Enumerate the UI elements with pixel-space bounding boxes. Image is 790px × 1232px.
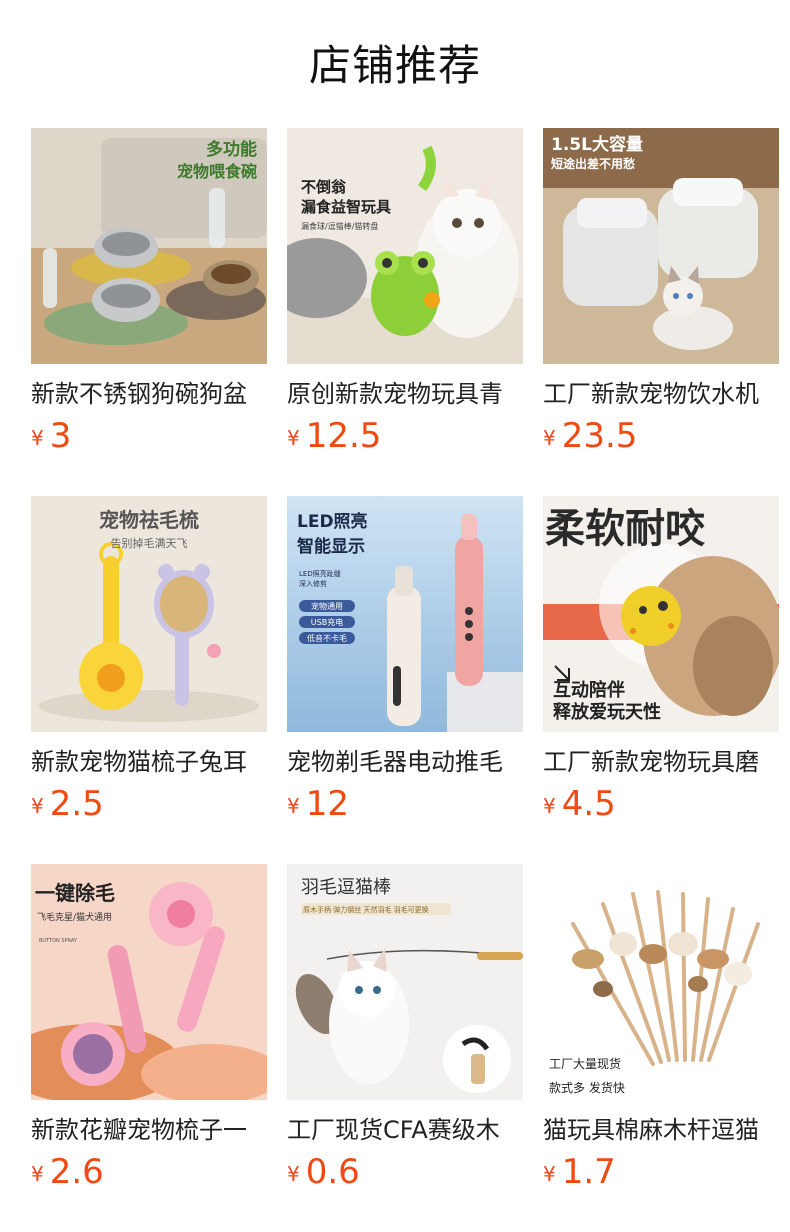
currency-symbol: ¥ <box>287 1162 300 1186</box>
product-card[interactable]: 不倒翁 漏食益智玩具 漏食球/逗猫棒/猫转盘 原创新款宠物玩具青 ¥12.5 <box>287 128 523 468</box>
product-card[interactable]: 羽毛逗猫棒 原木手柄 弹力钢丝 天然羽毛 羽毛可更换 工厂现货CFA赛级木 ¥0… <box>287 864 523 1204</box>
currency-symbol: ¥ <box>543 1162 556 1186</box>
svg-text:释放爱玩天性: 释放爱玩天性 <box>553 701 661 723</box>
product-name[interactable]: 工厂现货CFA赛级木 <box>287 1114 523 1146</box>
svg-text:告别掉毛满天飞: 告别掉毛满天飞 <box>111 536 188 550</box>
svg-text:飞毛克星/猫犬通用: 飞毛克星/猫犬通用 <box>37 911 112 923</box>
svg-text:深入修剪: 深入修剪 <box>299 579 327 588</box>
svg-text:一键除毛: 一键除毛 <box>35 881 115 905</box>
svg-text:宠物祛毛梳: 宠物祛毛梳 <box>99 508 199 532</box>
product-price: ¥1.7 <box>543 1152 616 1192</box>
price-value: 2.5 <box>49 784 104 824</box>
svg-text:低音不卡毛: 低音不卡毛 <box>307 633 347 643</box>
product-name[interactable]: 新款不锈钢狗碗狗盆 <box>31 378 267 410</box>
price-value: 12 <box>305 784 349 824</box>
product-card[interactable]: 柔软耐咬 互动陪伴 释放爱玩天性 工厂新款宠物玩具磨 ¥4.5 <box>543 496 779 836</box>
product-name[interactable]: 原创新款宠物玩具青 <box>287 378 523 410</box>
svg-text:羽毛逗猫棒: 羽毛逗猫棒 <box>301 877 391 898</box>
product-price: ¥3 <box>31 416 71 456</box>
tumbler-toy-image[interactable]: 不倒翁 漏食益智玩具 漏食球/逗猫棒/猫转盘 <box>287 128 523 364</box>
currency-symbol: ¥ <box>543 794 556 818</box>
svg-text:宠物喂食碗: 宠物喂食碗 <box>177 162 257 181</box>
svg-text:智能显示: 智能显示 <box>297 536 365 557</box>
pet-comb-image[interactable]: 宠物祛毛梳 告别掉毛满天飞 <box>31 496 267 732</box>
svg-text:互动陪伴: 互动陪伴 <box>553 679 625 701</box>
currency-symbol: ¥ <box>287 426 300 450</box>
pet-bowl-image[interactable]: 多功能 宠物喂食碗 <box>31 128 267 364</box>
pet-trimmer-image[interactable]: LED照亮 智能显示 LED照亮趾缝 深入修剪 宠物通用 USB充电 低音不卡毛 <box>287 496 523 732</box>
chew-toy-image[interactable]: 柔软耐咬 互动陪伴 释放爱玩天性 <box>543 496 779 732</box>
product-card[interactable]: LED照亮 智能显示 LED照亮趾缝 深入修剪 宠物通用 USB充电 低音不卡毛… <box>287 496 523 836</box>
svg-text:不倒翁: 不倒翁 <box>301 178 347 196</box>
product-name[interactable]: 新款花瓣宠物梳子一 <box>31 1114 267 1146</box>
svg-text:原木手柄 弹力钢丝 天然羽毛 羽毛可更换: 原木手柄 弹力钢丝 天然羽毛 羽毛可更换 <box>303 905 429 914</box>
page-title: 店铺推荐 <box>308 41 481 90</box>
product-card[interactable]: 1.5L大容量 短途出差不用愁 工厂新款宠物饮水机 ¥23.5 <box>543 128 779 468</box>
product-price: ¥2.5 <box>31 784 104 824</box>
price-value: 3 <box>49 416 72 456</box>
price-value: 2.6 <box>49 1152 104 1192</box>
product-name[interactable]: 猫玩具棉麻木杆逗猫 <box>543 1114 779 1146</box>
svg-text:LED照亮趾缝: LED照亮趾缝 <box>299 569 341 578</box>
svg-text:多功能: 多功能 <box>206 139 257 160</box>
product-price: ¥4.5 <box>543 784 616 824</box>
svg-text:工厂大量现货: 工厂大量现货 <box>549 1056 621 1071</box>
currency-symbol: ¥ <box>31 426 44 450</box>
product-name[interactable]: 工厂新款宠物玩具磨 <box>543 746 779 778</box>
currency-symbol: ¥ <box>31 794 44 818</box>
price-value: 0.6 <box>305 1152 360 1192</box>
currency-symbol: ¥ <box>543 426 556 450</box>
svg-text:LED照亮: LED照亮 <box>297 511 368 532</box>
product-card[interactable]: 宠物祛毛梳 告别掉毛满天飞 新款宠物猫梳子兔耳 ¥2.5 <box>31 496 267 836</box>
product-price: ¥23.5 <box>543 416 637 456</box>
product-price: ¥12.5 <box>287 416 381 456</box>
product-name[interactable]: 宠物剃毛器电动推毛 <box>287 746 523 778</box>
feather-wand-image[interactable]: 羽毛逗猫棒 原木手柄 弹力钢丝 天然羽毛 羽毛可更换 <box>287 864 523 1100</box>
svg-text:BUTTON SPRAY: BUTTON SPRAY <box>39 938 78 944</box>
product-card[interactable]: 工厂大量现货 款式多 发货快 猫玩具棉麻木杆逗猫 ¥1.7 <box>543 864 779 1204</box>
product-name[interactable]: 工厂新款宠物饮水机 <box>543 378 779 410</box>
petal-comb-image[interactable]: 一键除毛 飞毛克星/猫犬通用 BUTTON SPRAY <box>31 864 267 1100</box>
product-name[interactable]: 新款宠物猫梳子兔耳 <box>31 746 267 778</box>
currency-symbol: ¥ <box>287 794 300 818</box>
svg-text:USB充电: USB充电 <box>311 617 343 627</box>
cat-teaser-sticks-image[interactable]: 工厂大量现货 款式多 发货快 <box>543 864 779 1100</box>
svg-text:宠物通用: 宠物通用 <box>311 601 343 611</box>
price-value: 1.7 <box>561 1152 616 1192</box>
currency-symbol: ¥ <box>31 1162 44 1186</box>
svg-text:1.5L大容量: 1.5L大容量 <box>551 134 643 155</box>
price-value: 12.5 <box>305 416 382 456</box>
price-value: 4.5 <box>561 784 616 824</box>
product-price: ¥12 <box>287 784 349 824</box>
svg-text:短途出差不用愁: 短途出差不用愁 <box>551 156 635 171</box>
svg-text:柔软耐咬: 柔软耐咬 <box>545 506 705 552</box>
svg-text:款式多 发货快: 款式多 发货快 <box>549 1080 625 1095</box>
product-price: ¥0.6 <box>287 1152 360 1192</box>
product-price: ¥2.6 <box>31 1152 104 1192</box>
water-fountain-image[interactable]: 1.5L大容量 短途出差不用愁 <box>543 128 779 364</box>
product-card[interactable]: 多功能 宠物喂食碗 新款不锈钢狗碗狗盆 ¥3 <box>31 128 267 468</box>
price-value: 23.5 <box>561 416 638 456</box>
svg-text:漏食益智玩具: 漏食益智玩具 <box>301 198 391 216</box>
product-card[interactable]: 一键除毛 飞毛克星/猫犬通用 BUTTON SPRAY 新款花瓣宠物梳子一 ¥2… <box>31 864 267 1204</box>
svg-text:漏食球/逗猫棒/猫转盘: 漏食球/逗猫棒/猫转盘 <box>301 221 378 231</box>
